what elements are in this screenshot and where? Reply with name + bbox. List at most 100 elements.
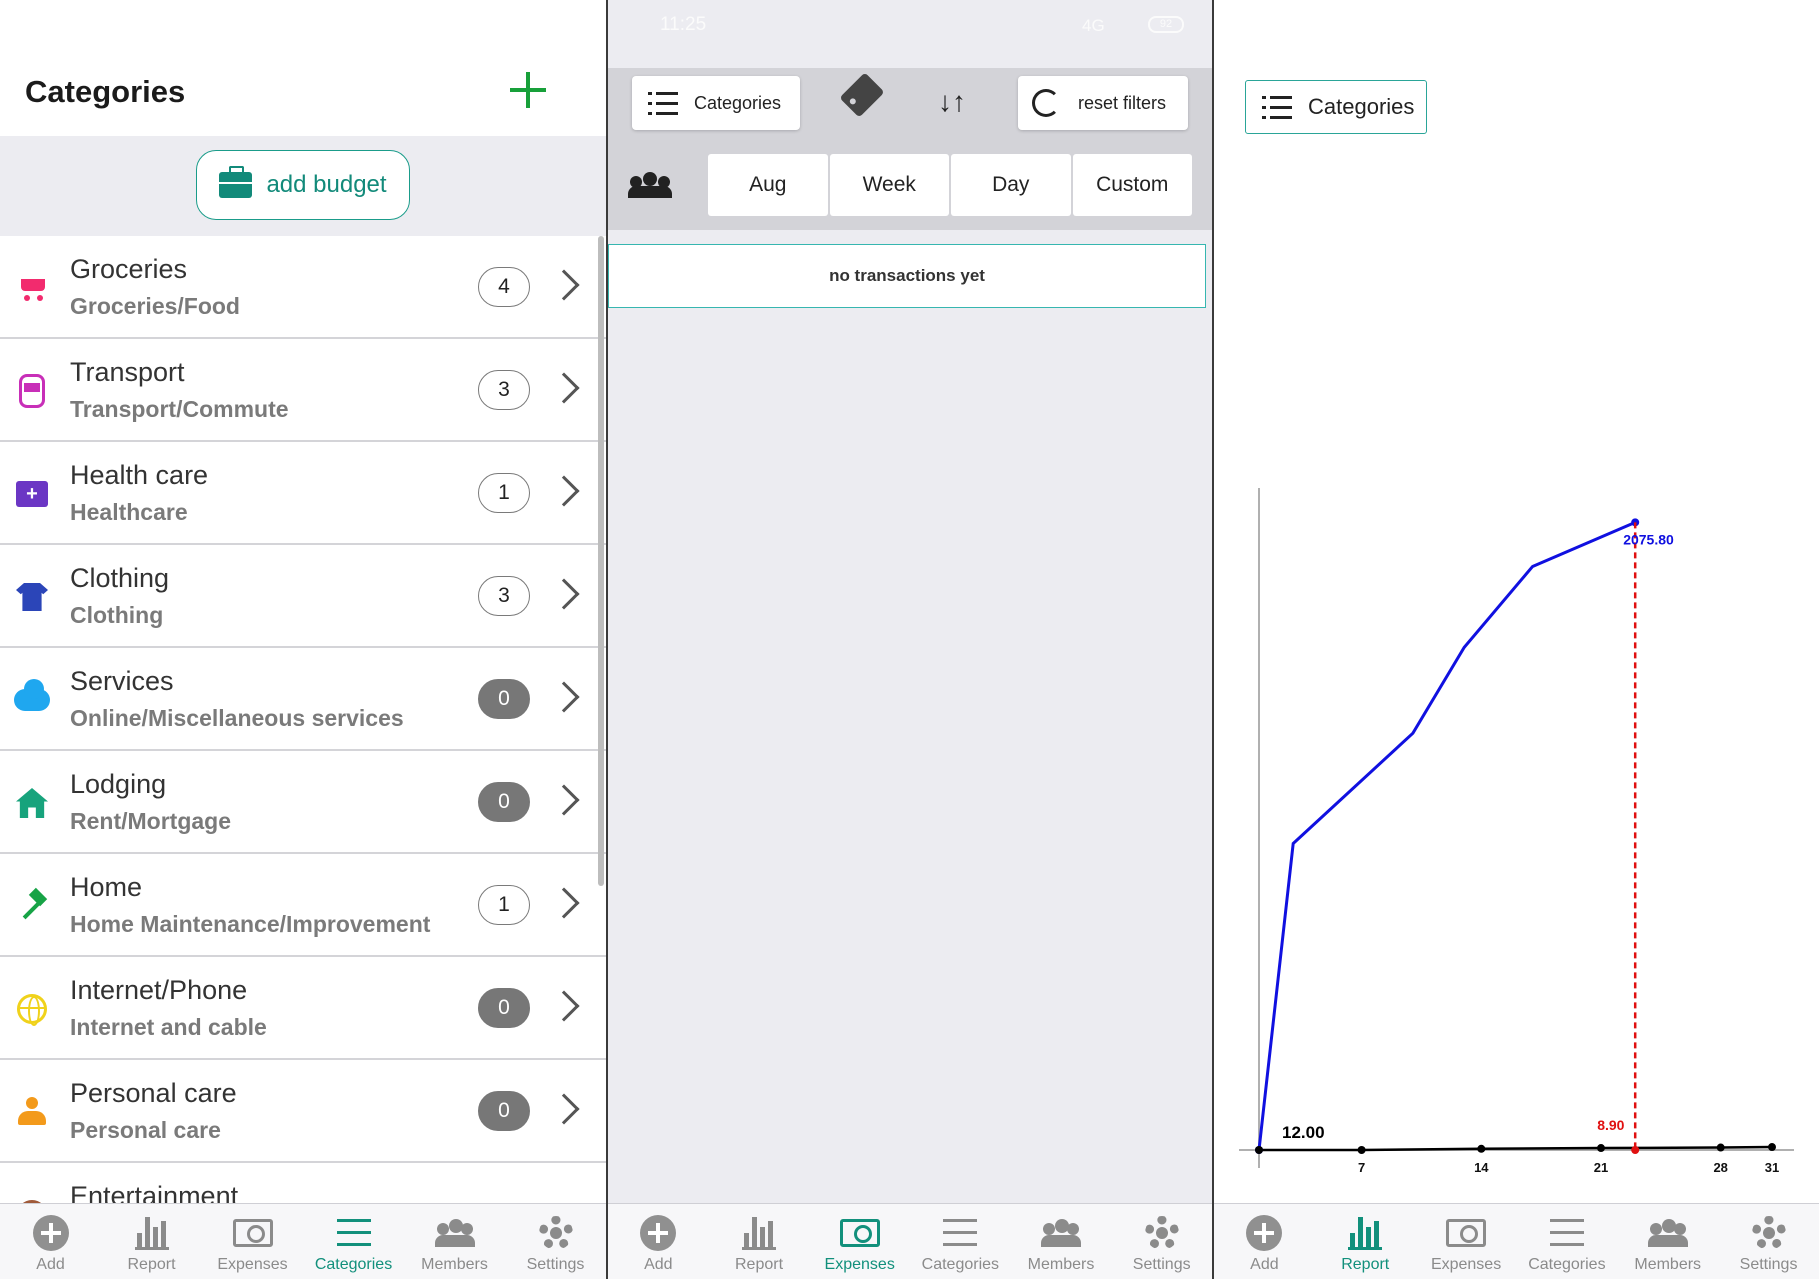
- category-row[interactable]: Entertainment: [0, 1163, 606, 1204]
- list-icon: [943, 1219, 978, 1247]
- category-subtitle: Home Maintenance/Improvement: [70, 911, 431, 937]
- category-row[interactable]: Groceries Groceries/Food 4: [0, 236, 606, 339]
- house-icon: [14, 785, 50, 821]
- chevron-right-icon[interactable]: [548, 681, 580, 713]
- add-budget-button[interactable]: add budget: [196, 150, 410, 220]
- category-count-badge: 3: [478, 576, 530, 616]
- x-tick-label: 31: [1765, 1160, 1779, 1175]
- nav-report[interactable]: Report: [101, 1204, 202, 1279]
- data-point: [1716, 1143, 1725, 1152]
- data-point: [1597, 1144, 1605, 1153]
- banknote-icon: [1446, 1219, 1487, 1247]
- category-subtitle: Personal care: [70, 1117, 221, 1143]
- category-subtitle: Rent/Mortgage: [70, 808, 231, 834]
- x-tick-label: 28: [1713, 1160, 1727, 1175]
- category-row[interactable]: Clothing Clothing 3: [0, 545, 606, 648]
- refresh-icon: [1032, 89, 1060, 117]
- reset-filters-button[interactable]: reset filters: [1018, 76, 1188, 130]
- period-week[interactable]: Week: [829, 154, 949, 216]
- status-network: 4G: [1082, 16, 1105, 35]
- chevron-right-icon[interactable]: [548, 784, 580, 816]
- category-row[interactable]: + Health care Healthcare 1: [0, 442, 606, 545]
- status-bar: 11:25 4G 92: [608, 0, 1212, 68]
- category-row[interactable]: Internet/Phone Internet and cable 0: [0, 957, 606, 1060]
- sort-icon[interactable]: ↓↑: [938, 86, 966, 118]
- expense-line-chart: 7 14 21 28 31 2075.80 12.00 8.90: [1239, 488, 1794, 1175]
- bar-chart-icon: [134, 1216, 169, 1250]
- banknote-icon: [839, 1219, 880, 1247]
- nav-categories[interactable]: Categories: [910, 1204, 1011, 1279]
- nav-add[interactable]: Add: [0, 1204, 101, 1279]
- add-category-icon[interactable]: [510, 72, 546, 108]
- members-icon: [434, 1219, 475, 1247]
- period-aug[interactable]: Aug: [708, 154, 828, 216]
- category-count-badge: 1: [478, 473, 530, 513]
- chevron-right-icon[interactable]: [548, 578, 580, 610]
- nav-members[interactable]: Members: [404, 1204, 505, 1279]
- chevron-right-icon[interactable]: [548, 372, 580, 404]
- nav-settings[interactable]: Settings: [505, 1204, 606, 1279]
- nav-categories[interactable]: Categories: [1516, 1204, 1617, 1279]
- chevron-right-icon[interactable]: [548, 1093, 580, 1125]
- nav-categories[interactable]: Categories: [303, 1204, 404, 1279]
- max-value-label: 2075.80: [1623, 531, 1674, 547]
- shopping-cart-icon: [14, 270, 50, 306]
- gear-icon: [1751, 1216, 1786, 1250]
- nav-add[interactable]: Add: [608, 1204, 709, 1279]
- x-tick-label: 21: [1594, 1160, 1608, 1175]
- nav-expenses[interactable]: Expenses: [202, 1204, 303, 1279]
- category-count-badge: 0: [478, 679, 530, 719]
- empty-state-message: no transactions yet: [608, 244, 1206, 308]
- nav-add[interactable]: Add: [1214, 1204, 1315, 1279]
- budget-bar: add budget: [0, 136, 606, 236]
- cloud-icon: [14, 679, 50, 718]
- data-point: [1768, 1143, 1776, 1152]
- nav-expenses[interactable]: Expenses: [1416, 1204, 1517, 1279]
- period-day[interactable]: Day: [951, 154, 1071, 216]
- category-row[interactable]: Transport Transport/Commute 3: [0, 339, 606, 442]
- category-row[interactable]: Home Home Maintenance/Improvement 1: [0, 854, 606, 957]
- nav-report[interactable]: Report: [1315, 1204, 1416, 1279]
- tag-icon[interactable]: [839, 72, 885, 118]
- period-selector: Aug Week Day Custom: [708, 154, 1192, 216]
- category-subtitle: Healthcare: [70, 499, 188, 525]
- chevron-right-icon[interactable]: [548, 269, 580, 301]
- hammer-icon: [14, 887, 50, 924]
- category-count-badge: 3: [478, 370, 530, 410]
- nav-settings[interactable]: Settings: [1718, 1204, 1819, 1279]
- selection-marker-point: [1631, 1146, 1640, 1154]
- nav-members[interactable]: Members: [1011, 1204, 1112, 1279]
- nav-members[interactable]: Members: [1617, 1204, 1718, 1279]
- category-subtitle: Clothing: [70, 602, 164, 628]
- category-name: Entertainment: [70, 1181, 239, 1204]
- add-budget-label: add budget: [266, 171, 387, 198]
- category-row[interactable]: Lodging Rent/Mortgage 0: [0, 751, 606, 854]
- categories-header: Categories: [0, 0, 606, 136]
- reset-filters-label: reset filters: [1078, 92, 1167, 113]
- briefcase-icon: [219, 166, 253, 198]
- data-point: [1477, 1144, 1486, 1153]
- category-row[interactable]: Services Online/Miscellaneous services 0: [0, 648, 606, 751]
- categories-filter-button[interactable]: Categories: [632, 76, 800, 130]
- category-name: Services: [70, 666, 174, 696]
- chevron-right-icon[interactable]: [548, 475, 580, 507]
- category-name: Internet/Phone: [70, 975, 248, 1005]
- scrollbar[interactable]: [598, 236, 604, 886]
- nav-expenses[interactable]: Expenses: [809, 1204, 910, 1279]
- status-time: 11:25: [660, 14, 707, 35]
- nav-report[interactable]: Report: [709, 1204, 810, 1279]
- selected-value-label: 8.90: [1597, 1117, 1624, 1133]
- nav-settings[interactable]: Settings: [1111, 1204, 1212, 1279]
- chevron-right-icon[interactable]: [548, 887, 580, 919]
- categories-filter-label: Categories: [694, 92, 782, 113]
- chevron-right-icon[interactable]: [548, 990, 580, 1022]
- period-custom[interactable]: Custom: [1072, 154, 1192, 216]
- category-row[interactable]: Personal care Personal care 0: [0, 1060, 606, 1163]
- category-subtitle: Transport/Commute: [70, 396, 289, 422]
- bottom-nav: Add Report Expenses Categories Members S…: [608, 1203, 1212, 1279]
- category-name: Personal care: [70, 1078, 237, 1108]
- battery-icon: 92: [1148, 16, 1184, 33]
- members-icon: [1041, 1219, 1082, 1247]
- members-icon: [1647, 1219, 1688, 1247]
- group-members-icon[interactable]: [628, 172, 672, 198]
